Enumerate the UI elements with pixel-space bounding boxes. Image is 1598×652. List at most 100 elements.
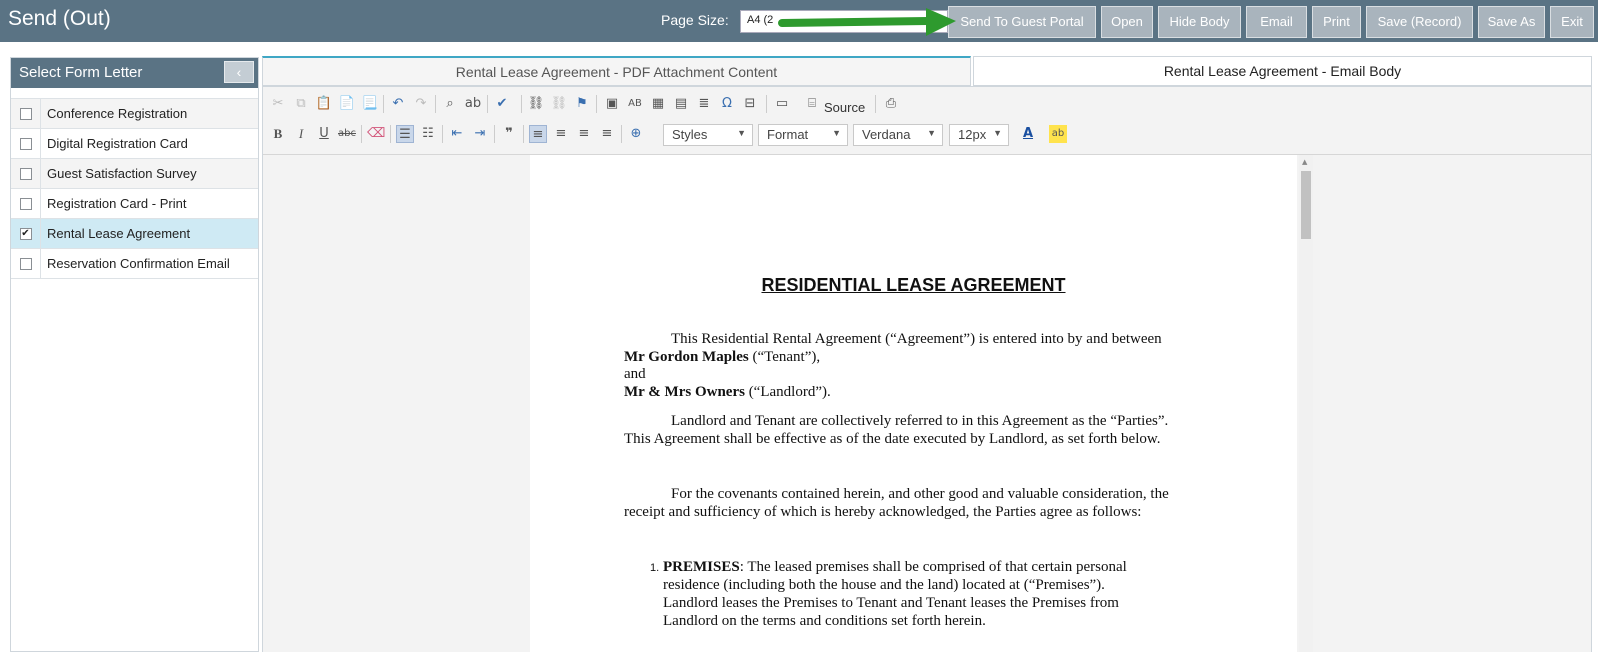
- unlink-icon[interactable]: ⛓: [550, 95, 568, 113]
- collapse-sidebar-button[interactable]: ‹: [224, 61, 254, 83]
- eraser-icon[interactable]: ⌫: [367, 125, 385, 143]
- numbered-list-icon[interactable]: ☰: [396, 125, 414, 143]
- language-icon[interactable]: ⊕: [627, 125, 645, 143]
- list-item-label: Registration Card - Print: [47, 196, 187, 211]
- source-label[interactable]: Source: [824, 100, 865, 115]
- format-value: Format: [767, 127, 809, 142]
- find-icon[interactable]: ⌕: [441, 95, 459, 113]
- header-bar: Send (Out) Page Size: A4 (2 Send To Gues…: [0, 0, 1598, 42]
- document-scrollbar[interactable]: ▲: [1299, 155, 1313, 652]
- checkbox[interactable]: [19, 197, 32, 210]
- landlord-name: Mr & Mrs Owners: [624, 384, 745, 400]
- list-number: 1.: [650, 562, 660, 574]
- bold-icon[interactable]: B: [269, 125, 287, 143]
- exit-button[interactable]: Exit: [1550, 6, 1594, 38]
- premises-label: PREMISES: [663, 559, 740, 575]
- image-icon[interactable]: ▣: [603, 95, 621, 113]
- replace-icon[interactable]: ab: [464, 95, 482, 113]
- scroll-up-icon[interactable]: ▲: [1302, 158, 1307, 166]
- align-justify-icon[interactable]: ≡: [598, 125, 616, 143]
- list-item[interactable]: Guest Satisfaction Survey: [11, 159, 258, 189]
- font-size-dropdown[interactable]: 12px ▼: [949, 124, 1009, 146]
- sidebar-title: Select Form Letter: [19, 64, 143, 81]
- paragraph-text: residence (including both the house and …: [663, 577, 1105, 593]
- tab-email-body[interactable]: Rental Lease Agreement - Email Body: [973, 56, 1592, 86]
- align-right-icon[interactable]: ≡: [575, 125, 593, 143]
- save-record-button[interactable]: Save (Record): [1366, 6, 1473, 38]
- list-item[interactable]: Conference Registration: [11, 99, 258, 129]
- scroll-thumb[interactable]: [1301, 171, 1311, 239]
- email-button[interactable]: Email: [1246, 6, 1307, 38]
- list-item-label: Rental Lease Agreement: [47, 226, 191, 241]
- source-icon[interactable]: ⌸: [803, 95, 821, 113]
- list-item-label: Conference Registration: [47, 106, 188, 121]
- align-left-icon[interactable]: ≡: [529, 125, 547, 143]
- checkbox-checked[interactable]: ✔: [19, 227, 32, 240]
- redo-icon[interactable]: ↷: [412, 95, 430, 113]
- styles-dropdown[interactable]: Styles ▼: [663, 124, 753, 146]
- styles-value: Styles: [672, 127, 708, 142]
- hide-body-button[interactable]: Hide Body: [1158, 6, 1241, 38]
- font-dropdown[interactable]: Verdana ▼: [853, 124, 943, 146]
- print-icon[interactable]: ⎙: [882, 95, 900, 113]
- spellcheck-icon[interactable]: ✔: [493, 95, 511, 113]
- checkbox[interactable]: [19, 107, 32, 120]
- caret-down-icon: ▼: [832, 128, 841, 138]
- page-title: Send (Out): [8, 7, 111, 30]
- font-value: Verdana: [862, 127, 911, 142]
- outdent-icon[interactable]: ⇤: [448, 125, 466, 143]
- blockquote-icon[interactable]: ❞: [500, 125, 518, 143]
- paragraph-text: receipt and sufficiency of which is here…: [624, 504, 1142, 520]
- paste-text-icon[interactable]: 📄: [338, 95, 356, 113]
- paste-icon[interactable]: 📋: [315, 95, 333, 113]
- special-char-icon[interactable]: Ω: [718, 95, 736, 113]
- open-button[interactable]: Open: [1101, 6, 1153, 38]
- tenant-suffix: (“Tenant”),: [748, 349, 821, 365]
- caret-down-icon: ▼: [927, 128, 936, 138]
- text-color-icon[interactable]: A: [1019, 125, 1037, 143]
- list-item-selected[interactable]: ✔ Rental Lease Agreement: [11, 219, 258, 249]
- list-item[interactable]: Reservation Confirmation Email: [11, 249, 258, 279]
- indent-icon[interactable]: ⇥: [471, 125, 489, 143]
- paste-word-icon[interactable]: 📃: [361, 95, 379, 113]
- list-item[interactable]: Digital Registration Card: [11, 129, 258, 159]
- tab-pdf-attachment[interactable]: Rental Lease Agreement - PDF Attachment …: [262, 56, 971, 86]
- form-letter-sidebar: Select Form Letter ‹ Conference Registra…: [10, 57, 259, 652]
- paragraph-text: Landlord leases the Premises to Tenant a…: [663, 595, 1119, 611]
- list-item[interactable]: Registration Card - Print: [11, 189, 258, 219]
- chevron-left-icon: ‹: [236, 64, 242, 80]
- document-title: RESIDENTIAL LEASE AGREEMENT: [761, 275, 1066, 295]
- preview-icon[interactable]: ▭: [773, 95, 791, 113]
- print-button[interactable]: Print: [1312, 6, 1361, 38]
- image-block-icon[interactable]: ▦: [649, 95, 667, 113]
- document-page[interactable]: RESIDENTIAL LEASE AGREEMENT This Residen…: [530, 155, 1297, 652]
- checkbox[interactable]: [19, 167, 32, 180]
- special-abc-icon[interactable]: AB: [626, 95, 644, 113]
- italic-icon[interactable]: I: [292, 125, 310, 143]
- caret-down-icon: ▼: [993, 128, 1002, 138]
- bulleted-list-icon[interactable]: ☷: [419, 125, 437, 143]
- anchor-flag-icon[interactable]: ⚑: [573, 95, 591, 113]
- annotation-arrow-icon: [778, 8, 956, 36]
- checkbox[interactable]: [19, 137, 32, 150]
- cut-icon[interactable]: ✂: [269, 95, 287, 113]
- format-dropdown[interactable]: Format ▼: [758, 124, 848, 146]
- link-icon[interactable]: ⛓: [527, 95, 545, 113]
- underline-icon[interactable]: U: [315, 125, 333, 143]
- landlord-line: Mr & Mrs Owners (“Landlord”).: [624, 384, 831, 401]
- table-icon[interactable]: ▤: [672, 95, 690, 113]
- align-center-icon[interactable]: ≡: [552, 125, 570, 143]
- save-as-button[interactable]: Save As: [1478, 6, 1545, 38]
- highlight-color-icon[interactable]: ab: [1049, 125, 1067, 143]
- page-break-icon[interactable]: ⊟: [741, 95, 759, 113]
- paragraph-text: For the covenants contained herein, and …: [671, 486, 1169, 502]
- paragraph-text: Landlord on the terms and conditions set…: [663, 613, 986, 629]
- undo-icon[interactable]: ↶: [389, 95, 407, 113]
- checkbox[interactable]: [19, 257, 32, 270]
- tenant-name: Mr Gordon Maples: [624, 349, 749, 365]
- strikethrough-icon[interactable]: abc: [338, 125, 356, 143]
- font-size-value: 12px: [958, 127, 987, 142]
- line-height-icon[interactable]: ≣: [695, 95, 713, 113]
- list-item-label: Guest Satisfaction Survey: [47, 166, 197, 181]
- copy-icon[interactable]: ⧉: [292, 95, 310, 113]
